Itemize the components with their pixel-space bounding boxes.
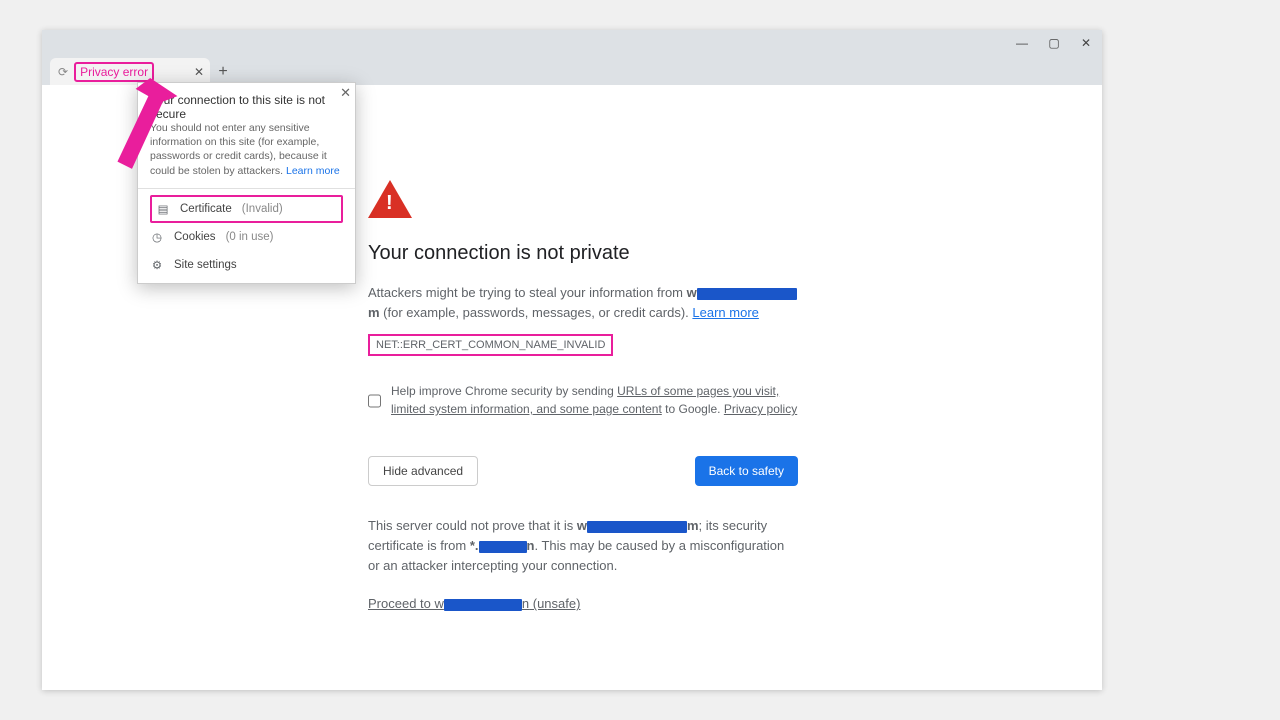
help-improve-checkbox[interactable] [368, 384, 381, 418]
cookies-row[interactable]: ◷ Cookies (0 in use) [150, 223, 343, 251]
proceed-unsafe-link[interactable]: Proceed to wn (unsafe) [368, 596, 580, 611]
popover-heading: Your connection to this site is not secu… [150, 93, 343, 121]
window-titlebar: — ▢ ✕ [42, 30, 1102, 56]
certificate-row[interactable]: ▤ Certificate (Invalid) [150, 195, 343, 223]
certificate-icon: ▤ [156, 202, 170, 216]
site-settings-row[interactable]: ⚙ Site settings [150, 251, 343, 279]
tab-favicon-warning-icon: ⟳ [58, 65, 68, 79]
error-code: NET::ERR_CERT_COMMON_NAME_INVALID [368, 334, 613, 356]
page-heading: Your connection is not private [368, 242, 798, 265]
tab-close-button[interactable]: ✕ [194, 65, 204, 79]
redacted-domain [479, 541, 527, 553]
popover-body: You should not enter any sensitive infor… [150, 121, 343, 178]
window-minimize-button[interactable]: — [1006, 30, 1038, 56]
privacy-policy-link[interactable]: Privacy policy [724, 402, 797, 416]
popover-close-button[interactable]: ✕ [340, 85, 351, 101]
window-maximize-button[interactable]: ▢ [1038, 30, 1070, 56]
advanced-explanation: This server could not prove that it is w… [368, 516, 798, 576]
tab-privacy-error[interactable]: ⟳ Privacy error ✕ [50, 58, 210, 85]
cookie-icon: ◷ [150, 230, 164, 244]
redacted-domain [587, 521, 687, 533]
learn-more-link[interactable]: Learn more [692, 305, 758, 320]
tab-title: Privacy error [74, 62, 154, 82]
browser-window: — ▢ ✕ ⟳ Privacy error ✕ + ← → ⟳ ⌂ Not se… [42, 30, 1102, 690]
popover-learn-more-link[interactable]: Learn more [286, 165, 340, 177]
tab-strip: ⟳ Privacy error ✕ + [42, 56, 1102, 85]
back-to-safety-button[interactable]: Back to safety [695, 456, 798, 486]
large-warning-triangle-icon [368, 180, 412, 218]
redacted-domain [697, 288, 797, 300]
site-info-popover: ✕ Your connection to this site is not se… [137, 82, 356, 284]
help-improve-row: Help improve Chrome security by sending … [368, 382, 798, 418]
intro-paragraph: Attackers might be trying to steal your … [368, 283, 798, 322]
gear-icon: ⚙ [150, 258, 164, 272]
hide-advanced-button[interactable]: Hide advanced [368, 456, 478, 486]
window-close-button[interactable]: ✕ [1070, 30, 1102, 56]
redacted-domain [444, 599, 522, 611]
